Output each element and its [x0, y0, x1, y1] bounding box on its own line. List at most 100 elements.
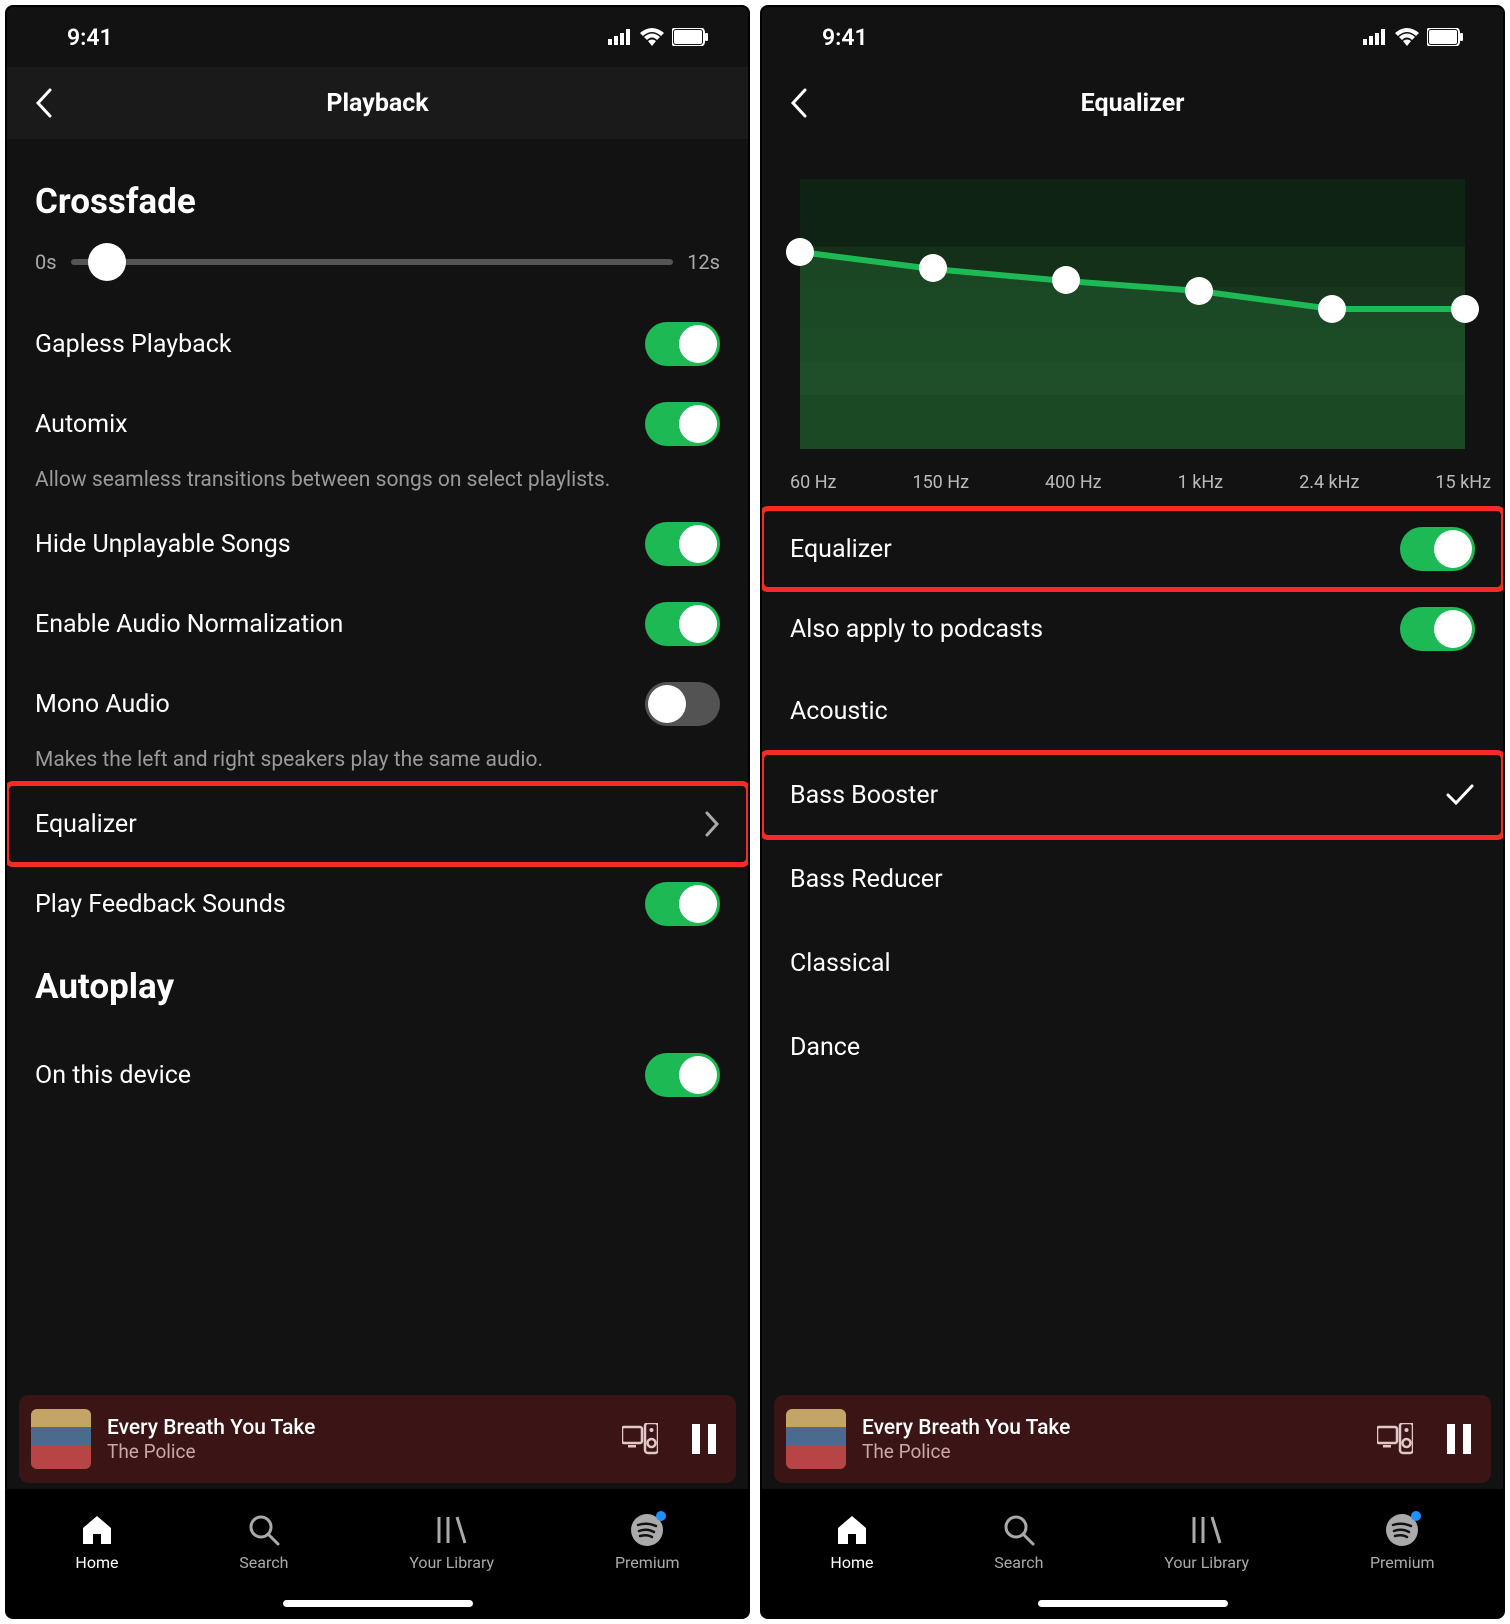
page-title: Equalizer: [1081, 89, 1185, 118]
toggle-mono[interactable]: [645, 682, 720, 726]
pause-button[interactable]: [1447, 1424, 1471, 1454]
track-info: Every Breath You Take The Police: [107, 1416, 606, 1463]
desc-automix: Allow seamless transitions between songs…: [35, 468, 720, 492]
library-icon: [1190, 1513, 1224, 1547]
eq-point-15khz[interactable]: [1451, 295, 1479, 323]
tab-premium[interactable]: Premium: [615, 1513, 680, 1572]
tab-premium[interactable]: Premium: [1370, 1513, 1435, 1572]
tab-premium-label: Premium: [615, 1553, 680, 1572]
row-equalizer[interactable]: Equalizer: [7, 784, 748, 864]
cellular-icon: [608, 29, 632, 45]
eq-graph[interactable]: [800, 179, 1465, 449]
slider-thumb[interactable]: [88, 243, 126, 281]
eq-point-150hz[interactable]: [919, 254, 947, 282]
label-mono: Mono Audio: [35, 690, 170, 719]
track-artist: The Police: [107, 1440, 606, 1463]
preset-label-dance: Dance: [790, 1033, 860, 1062]
eq-point-400hz[interactable]: [1052, 266, 1080, 294]
cellular-icon: [1363, 29, 1387, 45]
status-bar: 9:41: [7, 7, 748, 67]
preset-acoustic[interactable]: Acoustic: [790, 669, 1475, 753]
crossfade-slider-row: 0s 12s: [35, 250, 720, 274]
home-indicator[interactable]: [7, 1589, 748, 1617]
label-eq-toggle: Equalizer: [790, 535, 892, 564]
track-info: Every Breath You Take The Police: [862, 1416, 1361, 1463]
tab-library[interactable]: Your Library: [409, 1513, 494, 1572]
eq-point-2.4khz[interactable]: [1318, 295, 1346, 323]
section-autoplay: Autoplay: [35, 966, 720, 1007]
tab-search[interactable]: Search: [239, 1513, 288, 1572]
row-on-device: On this device: [35, 1035, 720, 1115]
row-hide-unplayable: Hide Unplayable Songs: [35, 504, 720, 584]
freq-1k: 1 kHz: [1178, 472, 1223, 493]
crossfade-slider[interactable]: [71, 259, 674, 265]
status-time: 9:41: [67, 24, 113, 51]
status-time: 9:41: [822, 24, 868, 51]
home-icon: [80, 1513, 114, 1547]
back-button[interactable]: [790, 88, 808, 118]
tab-home[interactable]: Home: [75, 1513, 118, 1572]
pause-button[interactable]: [692, 1424, 716, 1454]
battery-icon: [1427, 28, 1463, 46]
toggle-hide-unplayable[interactable]: [645, 522, 720, 566]
preset-dance[interactable]: Dance: [790, 1005, 1475, 1089]
status-icons: [608, 28, 708, 46]
notification-dot: [656, 1511, 666, 1521]
tab-bar: Home Search Your Library Premium: [762, 1489, 1503, 1589]
row-equalizer-toggle: Equalizer: [762, 509, 1503, 589]
page-title: Playback: [326, 89, 428, 118]
tab-home[interactable]: Home: [830, 1513, 873, 1572]
tab-home-label: Home: [75, 1553, 118, 1572]
toggle-automix[interactable]: [645, 402, 720, 446]
label-feedback: Play Feedback Sounds: [35, 890, 286, 919]
preset-label-bass-reducer: Bass Reducer: [790, 865, 943, 894]
label-normalization: Enable Audio Normalization: [35, 610, 343, 639]
preset-label-acoustic: Acoustic: [790, 697, 888, 726]
label-gapless: Gapless Playback: [35, 330, 232, 359]
chevron-left-icon: [790, 88, 808, 118]
toggle-on-device[interactable]: [645, 1053, 720, 1097]
devices-icon[interactable]: [622, 1423, 658, 1455]
row-automix: Automix: [35, 384, 720, 464]
tab-search-label: Search: [994, 1553, 1043, 1572]
tab-search-label: Search: [239, 1553, 288, 1572]
crossfade-max: 12s: [687, 250, 720, 274]
toggle-feedback[interactable]: [645, 882, 720, 926]
label-equalizer: Equalizer: [35, 810, 137, 839]
toggle-gapless[interactable]: [645, 322, 720, 366]
preset-bass-reducer[interactable]: Bass Reducer: [790, 837, 1475, 921]
label-automix: Automix: [35, 410, 128, 439]
header: Equalizer: [762, 67, 1503, 139]
preset-label-classical: Classical: [790, 949, 891, 978]
freq-400: 400 Hz: [1045, 472, 1102, 493]
content: Crossfade 0s 12s Gapless Playback Automi…: [7, 139, 748, 1395]
home-indicator[interactable]: [762, 1589, 1503, 1617]
toggle-podcasts[interactable]: [1400, 607, 1475, 651]
battery-icon: [672, 28, 708, 46]
freq-150: 150 Hz: [912, 472, 969, 493]
eq-freq-labels: 60 Hz 150 Hz 400 Hz 1 kHz 2.4 kHz 15 kHz: [790, 472, 1491, 493]
label-on-device: On this device: [35, 1061, 191, 1090]
devices-icon[interactable]: [1377, 1423, 1413, 1455]
row-gapless: Gapless Playback: [35, 304, 720, 384]
eq-point-60hz[interactable]: [786, 238, 814, 266]
tab-library[interactable]: Your Library: [1164, 1513, 1249, 1572]
header: Playback: [7, 67, 748, 139]
preset-classical[interactable]: Classical: [790, 921, 1475, 1005]
track-title: Every Breath You Take: [862, 1416, 1361, 1440]
tab-search[interactable]: Search: [994, 1513, 1043, 1572]
toggle-normalization[interactable]: [645, 602, 720, 646]
search-icon: [1002, 1513, 1036, 1547]
freq-15k: 15 kHz: [1435, 472, 1491, 493]
toggle-equalizer[interactable]: [1400, 527, 1475, 571]
home-icon: [835, 1513, 869, 1547]
back-button[interactable]: [35, 88, 53, 118]
now-playing-bar[interactable]: Every Breath You Take The Police: [19, 1395, 736, 1483]
now-playing-bar[interactable]: Every Breath You Take The Police: [774, 1395, 1491, 1483]
preset-bass-booster[interactable]: Bass Booster: [762, 753, 1503, 837]
tab-library-label: Your Library: [1164, 1553, 1249, 1572]
crossfade-min: 0s: [35, 250, 57, 274]
eq-point-1khz[interactable]: [1185, 277, 1213, 305]
label-podcasts: Also apply to podcasts: [790, 615, 1043, 644]
equalizer-screen: 9:41 Equalizer: [760, 5, 1505, 1619]
